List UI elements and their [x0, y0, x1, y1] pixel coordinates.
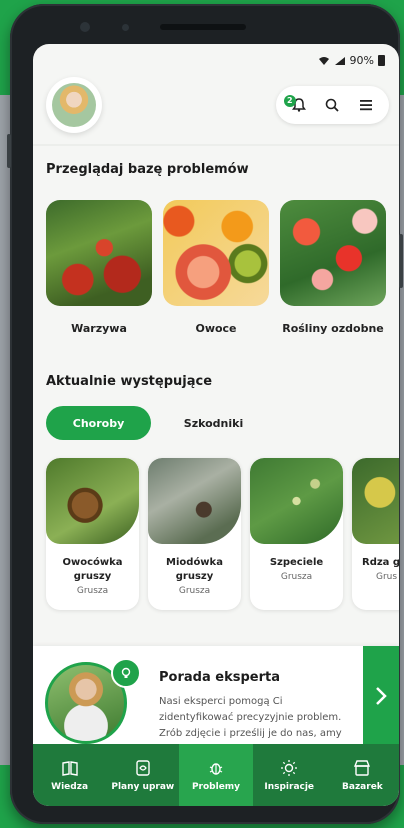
problem-image [352, 458, 399, 544]
lightbulb-icon [121, 667, 131, 678]
header-actions: 2 [276, 86, 389, 124]
problem-host: Grusza [280, 572, 313, 582]
status-bar: 90% [318, 54, 385, 67]
hamburger-icon [360, 100, 373, 111]
nav-label: Inspiracje [264, 781, 315, 792]
browse-section-title: Przeglądaj bazę problemów [46, 162, 249, 177]
problem-name: Rdza g [362, 557, 399, 568]
header-divider [33, 144, 399, 146]
ornamental-plants-image [280, 200, 386, 306]
nav-item-crop-plans[interactable]: Plany upraw [106, 744, 179, 806]
sensor [122, 24, 129, 31]
battery-percent: 90% [349, 54, 374, 67]
category-label: Warzywa [71, 322, 127, 335]
nav-item-inspirations[interactable]: Inspiracje [253, 744, 326, 806]
notification-badge: 2 [283, 95, 296, 107]
expert-title: Porada eksperta [159, 670, 280, 685]
category-card-ornamental[interactable]: Rośliny ozdobne [280, 200, 386, 335]
fruits-image [163, 200, 269, 306]
app-screen: 90% 2 Przeglądaj bazę problemów Warzywa [33, 44, 399, 806]
bottom-navigation: Wiedza Plany upraw Problemy Inspiracje B… [33, 744, 399, 806]
lightbulb-badge [111, 658, 141, 688]
notifications-button[interactable]: 2 [283, 93, 311, 117]
expert-description: Nasi eksperci pomogą Ci zidentyfikować p… [159, 696, 342, 739]
front-camera [80, 22, 90, 32]
problem-card[interactable]: Miodówka gruszy Grusza [148, 458, 241, 610]
category-label: Rośliny ozdobne [282, 322, 384, 335]
search-button[interactable] [320, 93, 344, 117]
tab-pests[interactable]: Szkodniki [161, 406, 266, 440]
nav-label: Wiedza [51, 781, 89, 792]
nav-label: Plany upraw [111, 781, 175, 792]
category-label: Owoce [195, 322, 237, 335]
problem-name: Owocówka gruszy [62, 557, 123, 582]
chevron-right-icon [376, 687, 387, 705]
nav-label: Bazarek [342, 781, 383, 792]
category-card-vegetables[interactable]: Warzywa [46, 200, 152, 335]
nav-item-bazaar[interactable]: Bazarek [326, 744, 399, 806]
problem-type-tabs: Choroby Szkodniki [46, 406, 266, 440]
category-card-fruits[interactable]: Owoce [163, 200, 269, 335]
menu-button[interactable] [354, 93, 378, 117]
user-avatar[interactable] [46, 77, 102, 133]
tab-diseases[interactable]: Choroby [46, 406, 151, 440]
phone-frame: 90% 2 Przeglądaj bazę problemów Warzywa [7, 4, 403, 824]
problem-image [148, 458, 241, 544]
problem-card[interactable]: Szpeciele Grusza [250, 458, 343, 610]
current-section-title: Aktualnie występujące [46, 374, 213, 389]
bug-icon [209, 762, 223, 775]
plan-icon [136, 759, 150, 776]
problem-card[interactable]: Rdza g Grus [352, 458, 399, 610]
vegetables-image [46, 200, 152, 306]
problem-host: Grusza [76, 586, 109, 596]
nav-label: Problemy [191, 781, 241, 792]
wifi-icon [318, 56, 329, 65]
expert-next-button[interactable] [363, 646, 399, 746]
problem-image [46, 458, 139, 544]
signal-icon [334, 56, 345, 65]
volume-button [7, 134, 11, 168]
sun-icon [281, 759, 298, 776]
problem-host: Grusza [178, 586, 211, 596]
problem-name: Szpeciele [269, 557, 324, 568]
search-icon [326, 98, 340, 112]
problem-card[interactable]: Owocówka gruszy Grusza [46, 458, 139, 610]
problem-host: Grus [376, 572, 398, 582]
problem-image [250, 458, 343, 544]
power-button [399, 234, 403, 288]
problem-name: Miodówka gruszy [166, 557, 223, 582]
battery-icon [378, 55, 385, 66]
nav-item-problems[interactable]: Problemy [179, 744, 253, 806]
speaker-grille [160, 24, 246, 30]
book-icon [61, 760, 78, 776]
nav-item-knowledge[interactable]: Wiedza [33, 744, 106, 806]
avatar-image [52, 83, 96, 127]
shop-icon [354, 759, 371, 776]
